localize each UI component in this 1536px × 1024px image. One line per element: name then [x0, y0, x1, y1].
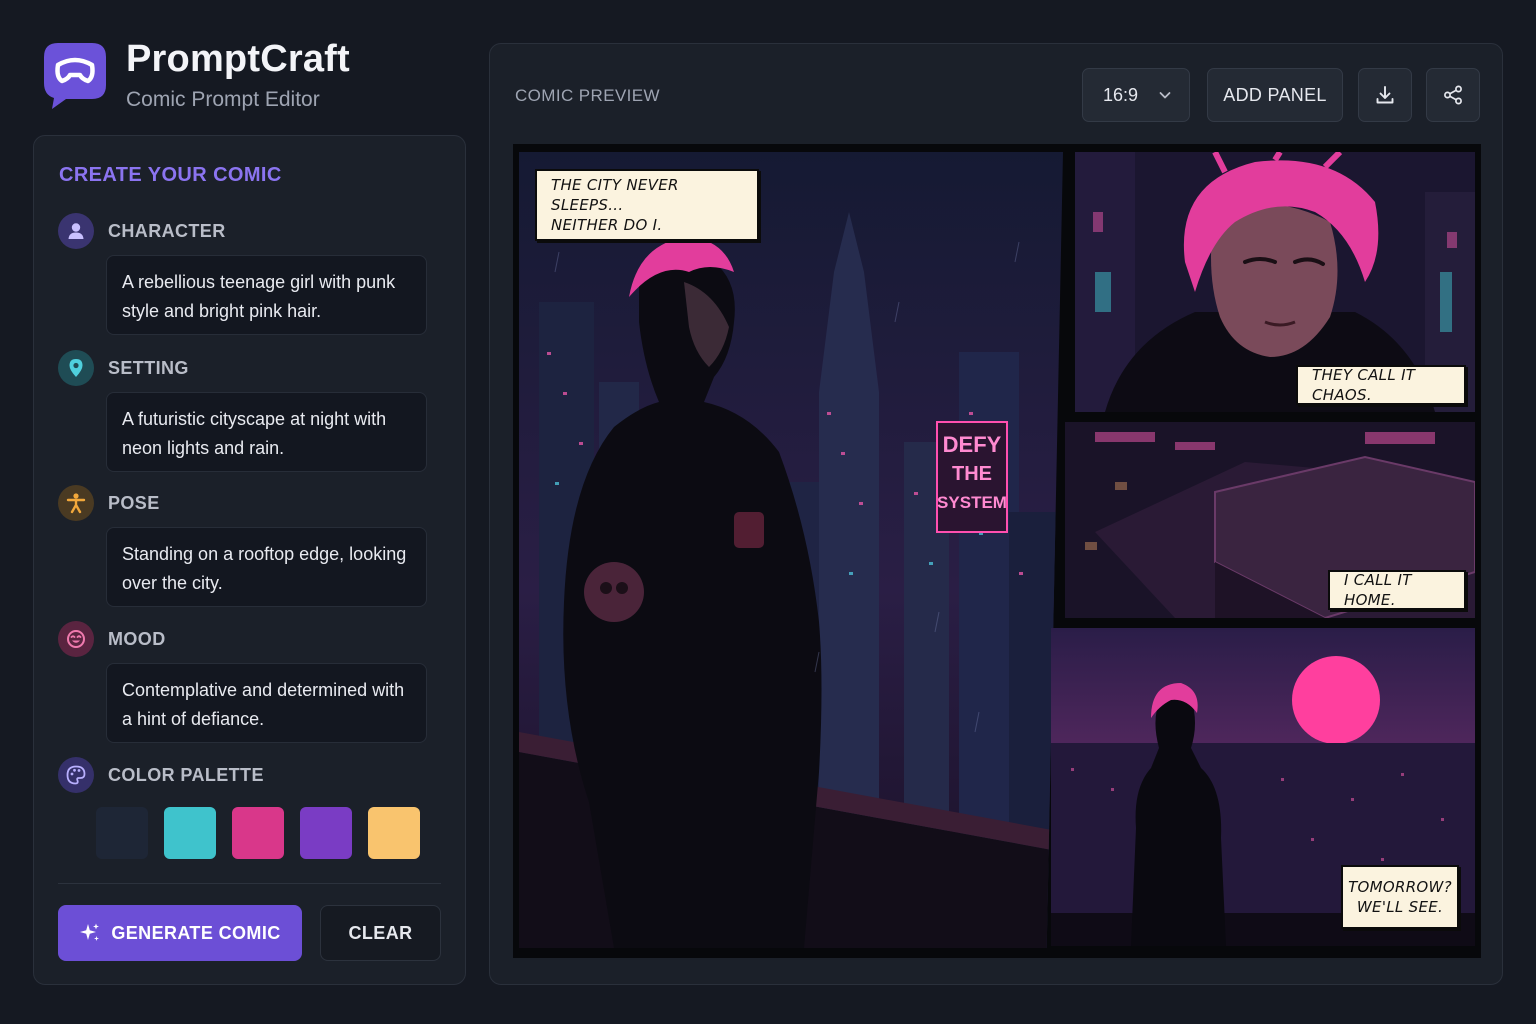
caption-panel-1: THE CITY NEVER SLEEPS... NEITHER DO I. — [535, 169, 759, 241]
caption-panel-4: TOMORROW? WE'LL SEE. — [1341, 865, 1459, 929]
color-palette-field: COLOR PALETTE — [58, 757, 428, 793]
comic-panel-1[interactable]: DEFY THE SYSTEM — [519, 152, 1063, 948]
aspect-ratio-select[interactable]: 16:9 — [1082, 68, 1190, 122]
app-title: PromptCraft — [126, 38, 350, 80]
download-button[interactable] — [1358, 68, 1412, 122]
share-icon — [1444, 85, 1462, 105]
sparkle-icon — [80, 923, 100, 941]
chat-mask-icon — [44, 43, 106, 109]
character-input[interactable]: A rebellious teenage girl with punk styl… — [106, 255, 427, 335]
pose-field: POSE Standing on a rooftop edge, looking… — [58, 485, 428, 607]
character-label: CHARACTER — [108, 220, 226, 241]
panel-heading: CREATE YOUR COMIC — [59, 164, 282, 186]
comic-preview-panel: COMIC PREVIEW 16:9 ADD PANEL DEFY THE SY… — [489, 43, 1503, 985]
share-button[interactable] — [1426, 68, 1480, 122]
swatch-navy[interactable] — [96, 807, 148, 859]
download-icon — [1376, 86, 1394, 104]
mood-face-icon — [58, 621, 94, 657]
aspect-ratio-value: 16:9 — [1103, 84, 1139, 105]
pose-input[interactable]: Standing on a rooftop edge, looking over… — [106, 527, 427, 607]
palette-icon — [58, 757, 94, 793]
svg-text:DEFY: DEFY — [943, 432, 1002, 457]
setting-field: SETTING A futuristic cityscape at night … — [58, 350, 428, 472]
swatch-pink[interactable] — [232, 807, 284, 859]
preview-label: COMIC PREVIEW — [515, 86, 660, 105]
map-pin-icon — [58, 350, 94, 386]
pose-label: POSE — [108, 492, 160, 513]
swatch-peach[interactable] — [368, 807, 420, 859]
app-subtitle: Comic Prompt Editor — [126, 88, 320, 111]
brand-header: PromptCraft Comic Prompt Editor — [44, 40, 350, 112]
character-field: CHARACTER A rebellious teenage girl with… — [58, 213, 428, 335]
setting-input[interactable]: A futuristic cityscape at night with neo… — [106, 392, 427, 472]
swatch-purple[interactable] — [300, 807, 352, 859]
caption-panel-3: I CALL IT HOME. — [1328, 570, 1466, 610]
caption-panel-2: THEY CALL IT CHAOS. — [1296, 365, 1466, 405]
generate-comic-label: GENERATE COMIC — [111, 922, 281, 943]
prompt-editor-panel: CREATE YOUR COMIC CHARACTER A rebellious… — [33, 135, 466, 985]
chevron-down-icon — [1159, 92, 1171, 99]
color-palette-label: COLOR PALETTE — [108, 764, 264, 785]
setting-label: SETTING — [108, 357, 189, 378]
figure-icon — [58, 485, 94, 521]
svg-text:THE: THE — [952, 463, 992, 485]
user-icon — [58, 213, 94, 249]
divider — [58, 883, 441, 884]
color-swatches — [96, 807, 420, 859]
mood-label: MOOD — [108, 628, 166, 649]
mood-input[interactable]: Contemplative and determined with a hint… — [106, 663, 427, 743]
swatch-teal[interactable] — [164, 807, 216, 859]
mood-field: MOOD Contemplative and determined with a… — [58, 621, 428, 743]
add-panel-button[interactable]: ADD PANEL — [1207, 68, 1343, 122]
svg-text:SYSTEM: SYSTEM — [937, 493, 1007, 512]
comic-page: DEFY THE SYSTEM THE CITY NEVER SLEEPS...… — [513, 144, 1481, 958]
generate-comic-button[interactable]: GENERATE COMIC — [58, 905, 302, 961]
clear-button[interactable]: CLEAR — [320, 905, 441, 961]
